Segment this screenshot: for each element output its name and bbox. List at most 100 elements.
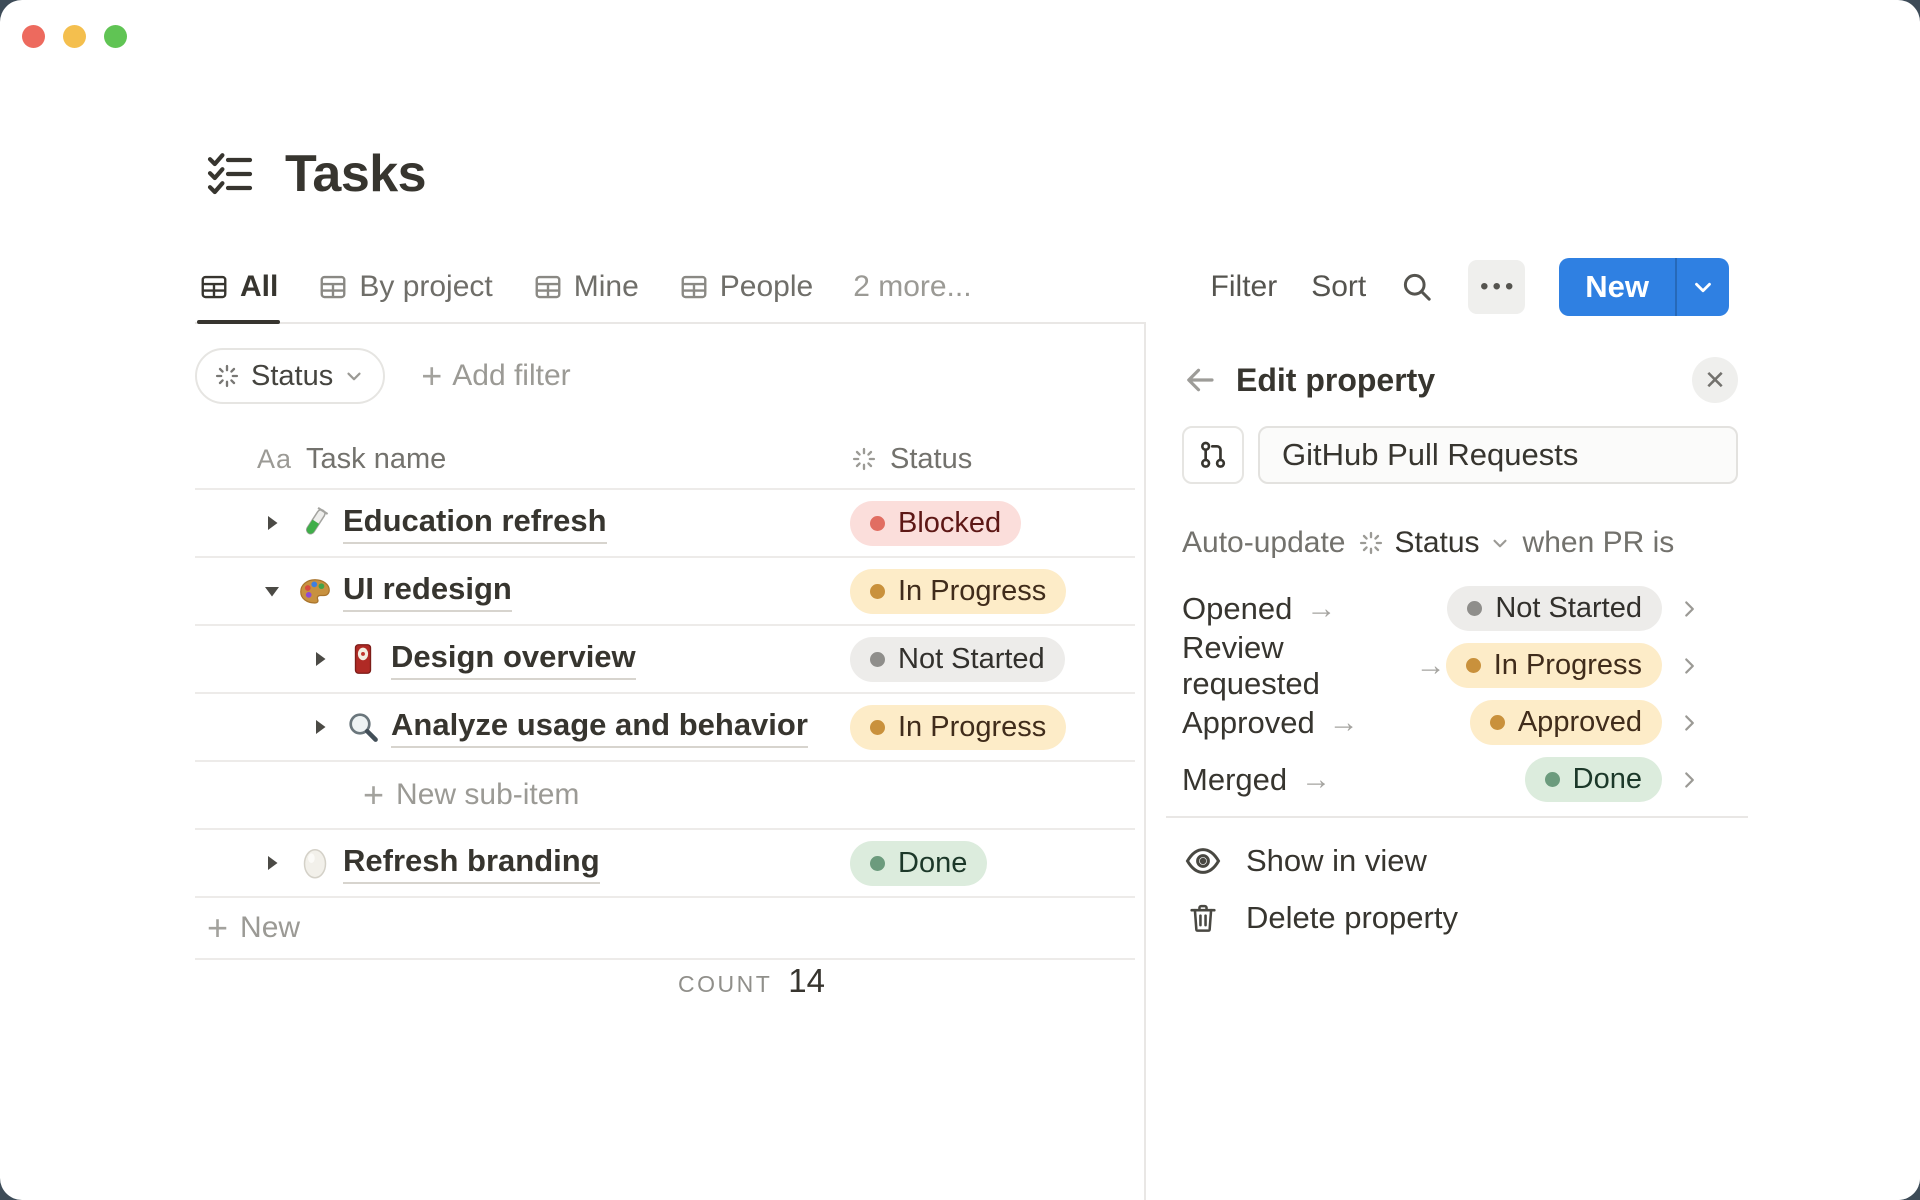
panel-title: Edit property [1236,361,1436,398]
column-header-task-name[interactable]: Task name [306,443,446,476]
property-type-button[interactable] [1182,426,1244,484]
column-header-status[interactable]: Status [850,443,972,476]
status-cell[interactable]: In Progress [850,568,1067,614]
status-dot [1544,772,1560,787]
more-options-button[interactable]: ••• [1468,260,1526,314]
table-row[interactable]: Refresh branding Done [195,830,1135,898]
trash-icon [1182,901,1224,935]
table-view-icon [533,272,563,302]
chevron-down-icon [1489,532,1511,554]
chevron-right-icon[interactable] [1676,596,1702,622]
count-summary[interactable]: COUNT 14 [195,962,825,1000]
tab-mine[interactable]: Mine [533,252,639,322]
close-window-button[interactable] [22,25,45,48]
status-dot [870,651,885,667]
status-cell[interactable]: Not Started [850,636,1065,682]
add-filter-label: Add filter [452,359,571,392]
count-label: COUNT [678,971,773,997]
expand-toggle-icon[interactable] [253,511,291,535]
table-view-icon [679,272,709,302]
expand-toggle-icon[interactable] [253,851,291,875]
tab-by-project[interactable]: By project [318,252,493,322]
filter-button[interactable]: Filter [1211,270,1278,304]
status-badge: Not Started [1447,586,1662,631]
table-row[interactable]: Analyze usage and behavior In Progress [195,694,1135,762]
arrow-right-icon: → [1301,762,1332,796]
minimize-window-button[interactable] [63,25,86,48]
status-dot [870,719,885,735]
view-toolbar: All By project Mine People 2 more... Fil… [195,252,1755,324]
status-property-icon [1357,529,1385,557]
new-dropdown-button[interactable] [1675,258,1729,316]
new-split-button: New [1559,258,1729,316]
status-cell[interactable]: In Progress [850,704,1067,750]
table-row[interactable]: UI redesign In Progress [195,558,1135,626]
status-badge: Done [1524,757,1662,802]
tab-all[interactable]: All [196,252,281,324]
notion-window: Tasks All By project Mine People 2 more.… [0,0,1920,1200]
task-title[interactable]: Refresh branding [343,843,600,884]
tab-people[interactable]: People [679,252,813,322]
table-view-icon [318,272,348,302]
new-row-button[interactable]: + New [195,898,1135,960]
task-title[interactable]: Design overview [391,639,636,680]
status-filter-chip[interactable]: Status [195,348,386,404]
status-filter-label: Status [251,359,334,392]
magnifier-icon [343,707,383,747]
status-badge: In Progress [1445,643,1662,688]
chevron-down-icon [1690,274,1716,300]
arrow-right-icon: → [1415,648,1446,682]
auto-update-property-select[interactable]: Status [1357,526,1510,560]
sort-button[interactable]: Sort [1311,270,1366,304]
back-arrow-icon[interactable] [1182,362,1226,398]
new-row-label: New [240,911,301,944]
red-card-icon [343,639,383,679]
status-dot [1467,601,1483,616]
new-sub-item-button[interactable]: + New sub-item [195,762,1135,830]
status-badge: Blocked [850,500,1022,546]
search-icon[interactable] [1400,270,1434,304]
edit-property-panel: Edit property ✕ Auto-update [1144,322,1920,1200]
mapping-row-review-requested[interactable]: Review requested → In Progress [1182,630,1702,701]
tabs-more-button[interactable]: 2 more... [853,252,971,322]
plus-icon: + [421,355,443,396]
status-cell[interactable]: Done [850,840,988,886]
expand-toggle-icon[interactable] [301,647,339,671]
status-cell[interactable]: Blocked [850,500,1022,546]
chevron-right-icon[interactable] [1676,653,1702,679]
status-dot [1465,658,1481,673]
collapse-toggle-icon[interactable] [253,579,291,603]
show-in-view-button[interactable]: Show in view [1182,832,1738,889]
plus-icon: + [207,907,229,948]
test-tube-icon [295,503,335,543]
task-title[interactable]: UI redesign [343,571,512,612]
table-row[interactable]: Design overview Not Started [195,626,1135,694]
property-name-input[interactable] [1258,426,1738,484]
table-header: Aa Task name Status [195,430,1135,490]
mapping-row-opened[interactable]: Opened → Not Started [1182,580,1702,637]
status-badge: Not Started [850,636,1065,682]
expand-toggle-icon[interactable] [301,715,339,739]
tab-label: People [719,270,814,303]
status-dot [870,855,885,871]
panel-divider [1166,816,1748,818]
view-tabs: All By project Mine People 2 more... [196,252,972,324]
git-pull-request-icon [1197,439,1229,471]
mapping-row-merged[interactable]: Merged → Done [1182,751,1702,808]
mapping-row-approved[interactable]: Approved → Approved [1182,694,1702,751]
close-icon[interactable]: ✕ [1692,357,1738,403]
table-row[interactable]: Education refresh Blocked [195,490,1135,558]
task-title[interactable]: Analyze usage and behavior [391,707,808,748]
new-button[interactable]: New [1559,258,1675,316]
task-title[interactable]: Education refresh [343,503,607,544]
auto-update-property-label: Status [1394,526,1480,559]
chevron-right-icon[interactable] [1676,710,1702,736]
palette-icon [295,571,335,611]
status-badge: In Progress [850,568,1067,614]
auto-update-suffix: when PR is [1522,526,1675,559]
zoom-window-button[interactable] [104,25,127,48]
add-filter-button[interactable]: + Add filter [421,358,570,394]
status-mapping-list: Opened → Not Started Review requested → [1182,580,1702,808]
chevron-right-icon[interactable] [1676,767,1702,793]
delete-property-button[interactable]: Delete property [1182,889,1738,946]
